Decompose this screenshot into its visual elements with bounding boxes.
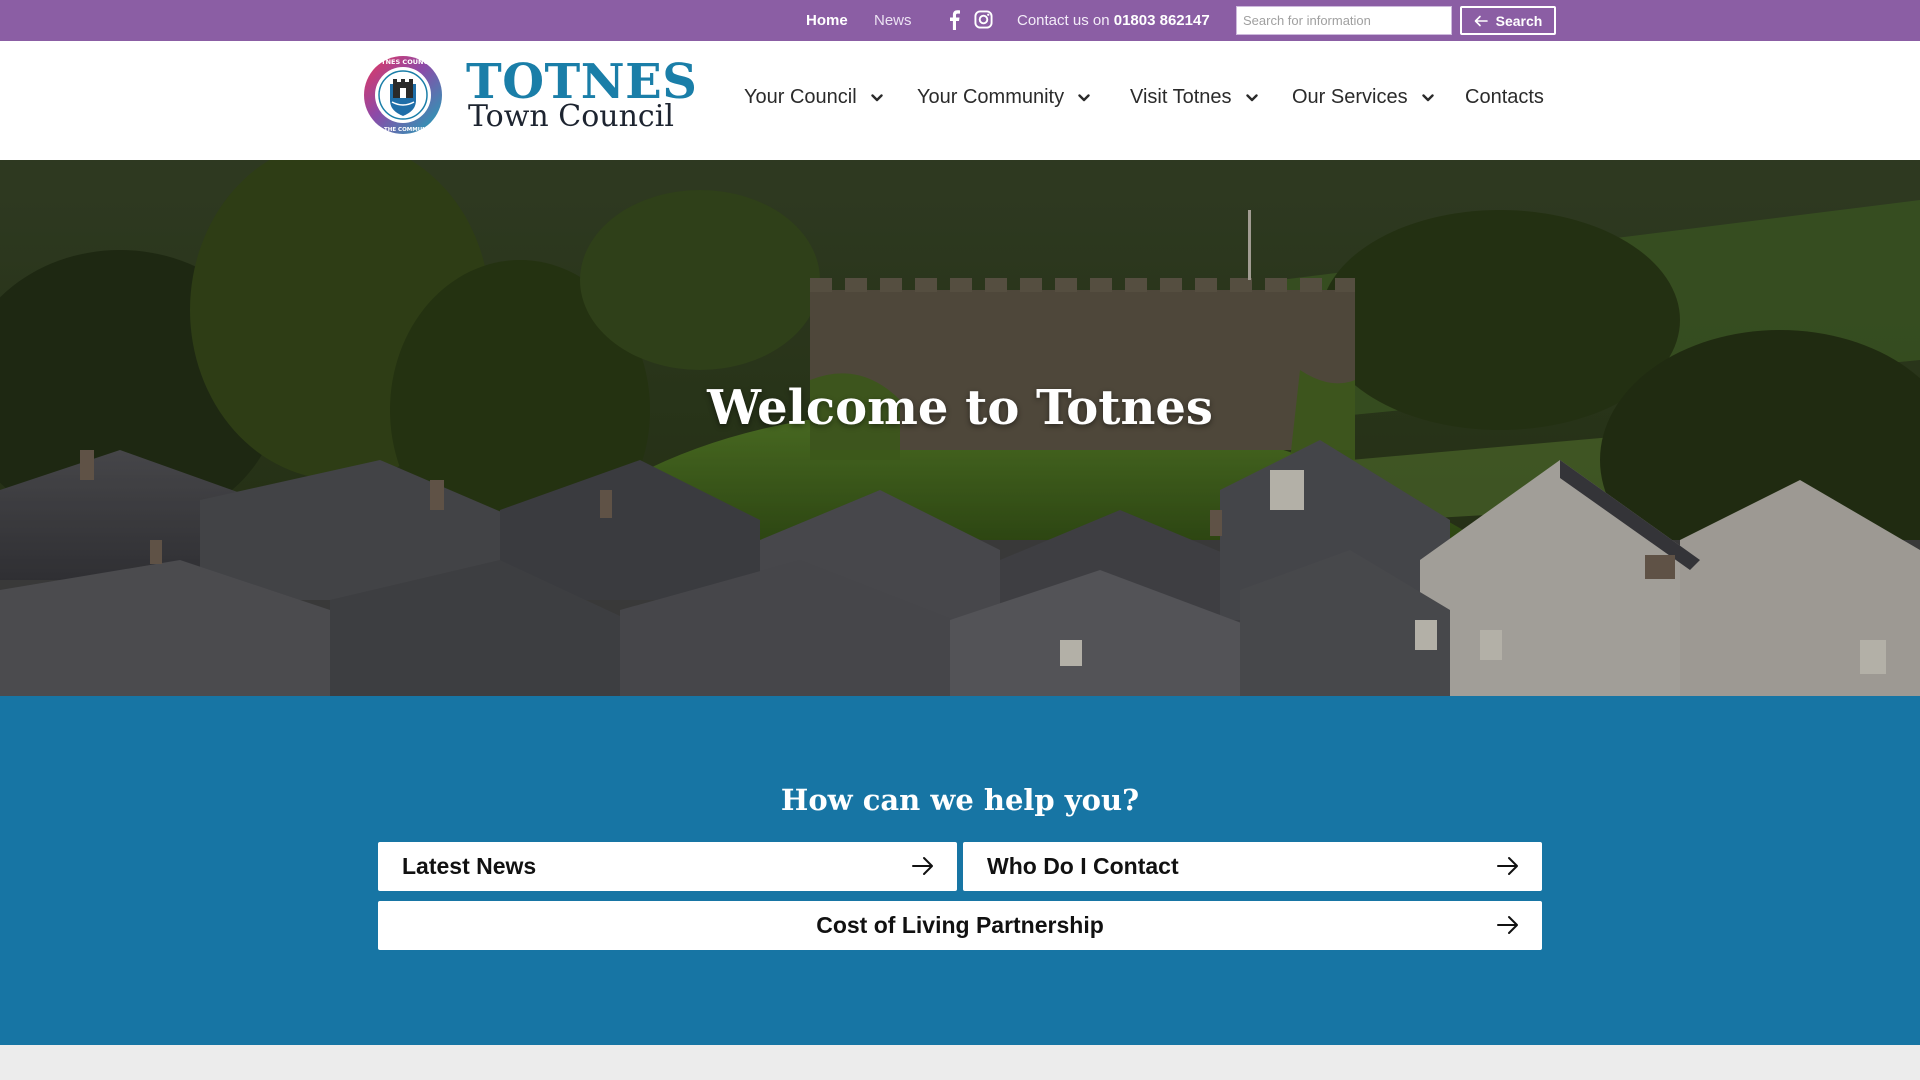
help-section [0, 696, 1920, 1045]
tile-label: Cost of Living Partnership [816, 912, 1104, 938]
tile-label: Latest News [402, 853, 537, 879]
nav-item-label: Visit Totnes [1130, 86, 1232, 108]
nav-item-our-services[interactable]: Our Services [1292, 86, 1434, 109]
top-link-home[interactable]: Home [806, 12, 848, 29]
chevron-down-icon [870, 93, 883, 101]
cost-of-living-partnership-button[interactable]: Cost of Living Partnership [378, 901, 1542, 950]
council-logo-badge[interactable]: TOTNES COUNCIL FOR THE COMMUNITY [362, 54, 444, 136]
arrow-right-icon [1497, 857, 1518, 875]
nav-item-your-council[interactable]: Your Council [744, 86, 883, 109]
nav-item-visit-totnes[interactable]: Visit Totnes [1130, 86, 1258, 109]
nav-item-label: Your Community [917, 86, 1065, 108]
nav-item-label: Contacts [1465, 86, 1544, 108]
arrow-right-icon [1497, 916, 1518, 934]
search-button-label: Search [1495, 12, 1543, 29]
logo-ring-text-bottom: FOR THE COMMUNITY [369, 127, 437, 133]
top-link-news[interactable]: News [874, 12, 912, 29]
hero-title: Welcome to Totnes [707, 380, 1213, 436]
nav-item-your-community[interactable]: Your Community [917, 86, 1090, 109]
instagram-icon[interactable] [974, 10, 993, 29]
arrow-left-icon [1474, 15, 1488, 26]
nav-item-label: Our Services [1292, 86, 1408, 108]
logo-ring-text: TOTNES COUNCIL [371, 58, 435, 66]
chevron-down-icon [1421, 93, 1434, 101]
logo-subtitle[interactable]: Town Council [468, 100, 674, 133]
footer-strip [0, 1045, 1920, 1080]
tile-label: Who Do I Contact [987, 853, 1179, 879]
search-input[interactable] [1236, 6, 1452, 35]
nav-item-label: Your Council [744, 86, 857, 108]
who-do-i-contact-button[interactable]: Who Do I Contact [963, 842, 1542, 891]
search-button[interactable]: Search [1460, 6, 1556, 35]
contact-phone-number[interactable]: 01803 862147 [1114, 12, 1210, 29]
chevron-down-icon [1245, 93, 1258, 101]
contact-phone-text: Contact us on 01803 862147 [1017, 12, 1210, 29]
facebook-icon[interactable] [947, 10, 961, 30]
latest-news-button[interactable]: Latest News [378, 842, 957, 891]
contact-prefix: Contact us on [1017, 12, 1110, 29]
nav-item-contacts[interactable]: Contacts [1465, 86, 1544, 109]
chevron-down-icon [1078, 93, 1090, 101]
top-utility-bar: Home News Contact us on 01803 862147 Sea… [0, 0, 1920, 41]
hero-banner: Welcome to Totnes [0, 160, 1920, 696]
help-section-title: How can we help you? [780, 783, 1140, 817]
arrow-right-icon [912, 857, 933, 875]
